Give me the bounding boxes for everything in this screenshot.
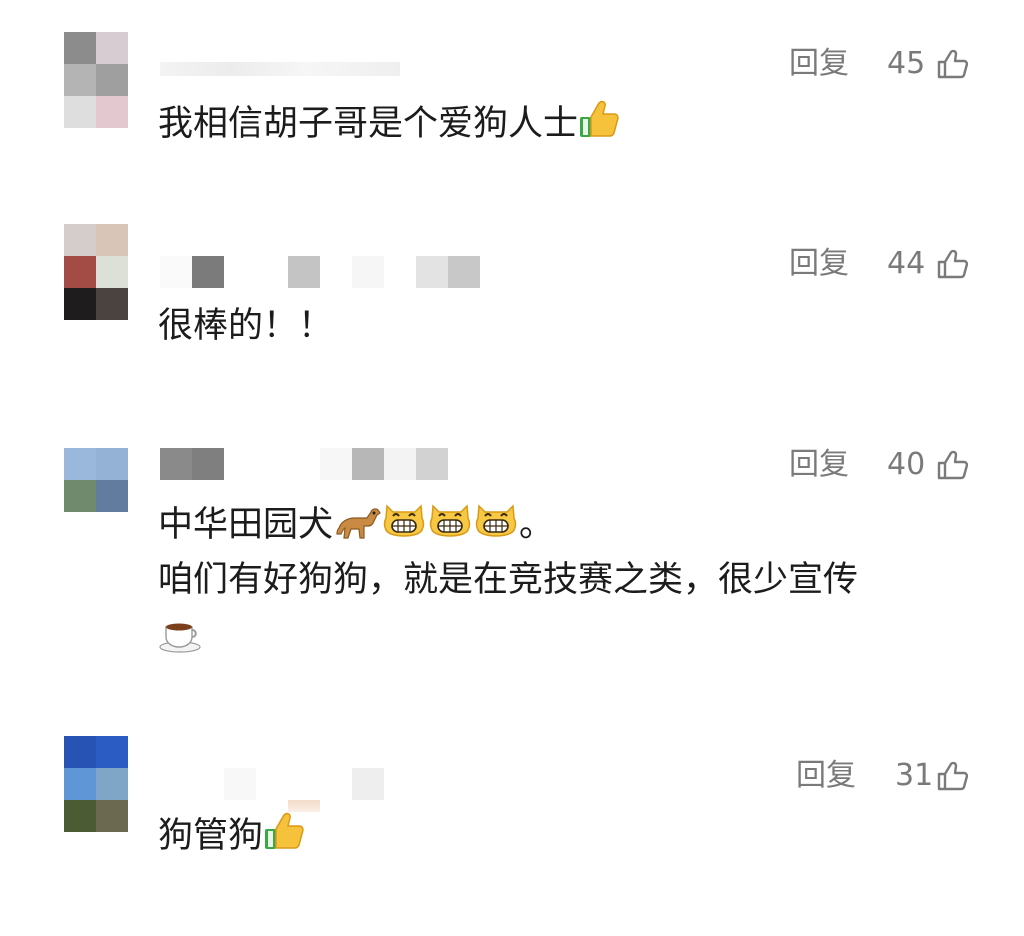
reply-button[interactable]: 回复 (789, 244, 849, 284)
like-count: 45 (887, 46, 926, 81)
username-blurred[interactable] (160, 256, 490, 288)
thumbs-up-icon (263, 809, 307, 853)
avatar-pixel (64, 224, 96, 256)
comment-text: 咱们有好狗狗，就是在竞技赛之类，很少宣传 (158, 560, 859, 600)
comment-text-content: 狗管狗 (158, 816, 264, 856)
comment-text: 狗管狗 (158, 808, 307, 864)
like-count: 40 (887, 447, 926, 482)
avatar[interactable] (64, 224, 128, 320)
like-thumb-icon[interactable] (936, 48, 969, 80)
username-blur (352, 448, 384, 480)
avatar-pixel (96, 736, 128, 768)
avatar-pixel (96, 768, 128, 800)
avatar-pixel (96, 800, 128, 832)
like-thumb-icon[interactable] (936, 760, 969, 792)
username-blur (352, 256, 384, 288)
username-blur (448, 256, 480, 288)
avatar-pixel (96, 288, 128, 320)
avatar-pixel (96, 480, 128, 512)
grinning-cat-icon (473, 496, 519, 542)
dog-icon (333, 498, 381, 542)
username-blur (224, 768, 256, 800)
coffee-cup-icon (158, 615, 202, 655)
comment-text: 很棒的！！ (158, 306, 334, 346)
avatar-pixel (64, 480, 96, 512)
avatar-pixel (64, 448, 96, 480)
username-blur (352, 768, 384, 800)
username-blur (416, 448, 448, 480)
avatar[interactable] (64, 448, 128, 512)
username-blur (320, 448, 352, 480)
comment-text (158, 610, 202, 666)
username-blur (160, 256, 192, 288)
avatar-pixel (64, 736, 96, 768)
comment-text: 我相信胡子哥是个爱狗人士 (158, 96, 622, 152)
avatar[interactable] (64, 32, 128, 128)
avatar-pixel (64, 256, 96, 288)
avatar-pixel (96, 224, 128, 256)
avatar[interactable] (64, 736, 128, 832)
avatar-pixel (96, 448, 128, 480)
username-blur (192, 256, 224, 288)
like-thumb-icon[interactable] (936, 449, 969, 481)
reply-button[interactable]: 回复 (789, 44, 849, 84)
reply-button[interactable]: 回复 (796, 756, 856, 796)
comment-text-content: 我相信胡子哥是个爱狗人士 (158, 104, 579, 144)
like-thumb-icon[interactable] (936, 248, 969, 280)
username-blur (416, 256, 448, 288)
avatar-pixel (64, 288, 96, 320)
username-blur (288, 256, 320, 288)
avatar-pixel (64, 32, 96, 64)
avatar-pixel (64, 96, 96, 128)
grinning-cat-icon (427, 496, 473, 542)
avatar-pixel (96, 256, 128, 288)
avatar-pixel (64, 64, 96, 96)
username-blurred[interactable] (160, 768, 400, 800)
comment-text-content: 。 (519, 505, 555, 545)
username-blurred[interactable] (160, 448, 460, 480)
username-blurred[interactable] (160, 62, 400, 76)
username-blur (160, 448, 192, 480)
username-blur (384, 448, 416, 480)
thumbs-up-icon (578, 97, 622, 141)
comment-text-content: 中华田园犬 (158, 505, 334, 545)
like-count: 31 (895, 758, 934, 793)
avatar-pixel (96, 32, 128, 64)
reply-button[interactable]: 回复 (789, 445, 849, 485)
avatar-pixel (96, 64, 128, 96)
avatar-pixel (64, 768, 96, 800)
avatar-pixel (96, 96, 128, 128)
comment-text: 中华田园犬 。 (158, 496, 554, 553)
avatar-pixel (64, 800, 96, 832)
username-blur (192, 448, 224, 480)
like-count: 44 (887, 246, 926, 281)
username-blur (160, 62, 400, 76)
grinning-cat-icon (381, 496, 427, 542)
